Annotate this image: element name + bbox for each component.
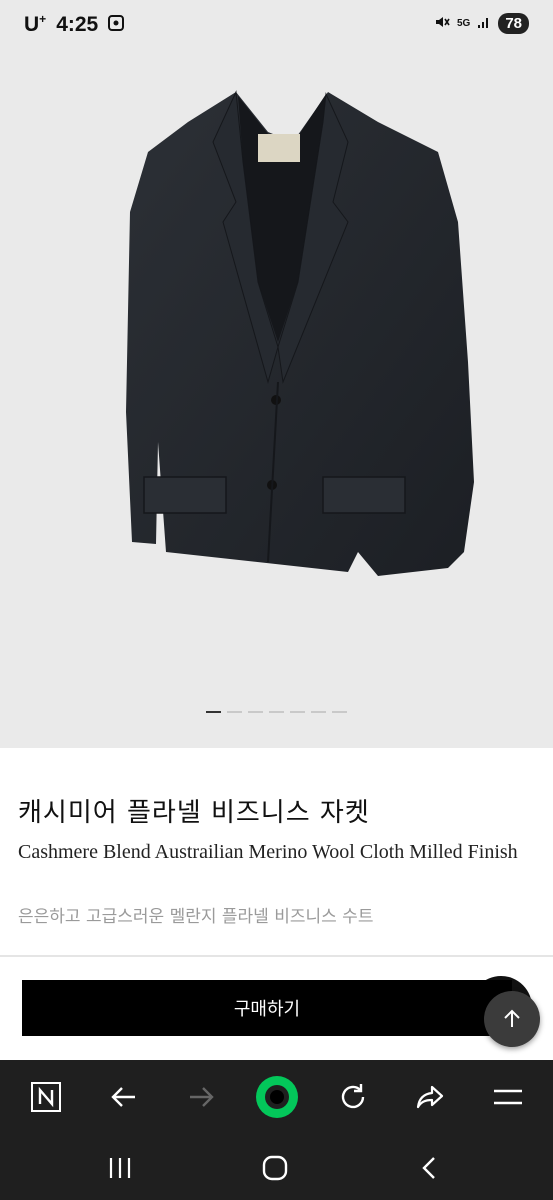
refresh-icon[interactable] xyxy=(331,1075,375,1119)
recent-apps-icon[interactable] xyxy=(100,1148,140,1188)
buy-area: 1/1 구매하기 xyxy=(0,957,553,1060)
battery-level: 78 xyxy=(498,13,529,34)
screenshot-icon xyxy=(108,13,125,37)
product-info: 캐시미어 플라넬 비즈니스 자켓 Cashmere Blend Austrail… xyxy=(0,748,553,957)
product-gallery[interactable] xyxy=(0,52,553,748)
buy-button[interactable]: 구매하기 xyxy=(22,980,512,1036)
menu-icon[interactable] xyxy=(486,1075,530,1119)
slide-dot[interactable] xyxy=(206,711,221,713)
browser-toolbar xyxy=(0,1060,553,1134)
slide-dot[interactable] xyxy=(311,711,326,713)
product-english-title: Cashmere Blend Austrailian Merino Wool C… xyxy=(18,841,518,863)
home-icon[interactable] xyxy=(255,1148,295,1188)
naver-home-icon[interactable] xyxy=(24,1075,68,1119)
signal-icon xyxy=(477,15,491,32)
status-left: U+ 4:25 xyxy=(24,12,125,37)
status-right: 5G 78 xyxy=(434,13,529,34)
slide-dot[interactable] xyxy=(269,711,284,713)
slide-dot[interactable] xyxy=(248,711,263,713)
back-icon[interactable] xyxy=(410,1148,450,1188)
clock: 4:25 xyxy=(56,12,99,36)
system-nav-bar xyxy=(0,1134,553,1200)
slide-indicator xyxy=(0,711,553,713)
status-bar: U+ 4:25 5G 78 xyxy=(0,0,553,52)
arrow-up-icon xyxy=(504,1009,520,1027)
product-title: 캐시미어 플라넬 비즈니스 자켓 xyxy=(18,798,370,828)
slide-dot[interactable] xyxy=(290,711,305,713)
carrier-label: U+ xyxy=(24,12,47,36)
product-subtitle: 은은하고 고급스러운 멜란지 플라넬 비즈니스 수트 xyxy=(18,907,374,927)
scroll-to-top-button[interactable] xyxy=(484,991,540,1047)
back-arrow-icon[interactable] xyxy=(102,1075,146,1119)
slide-dot[interactable] xyxy=(227,711,242,713)
share-icon[interactable] xyxy=(408,1075,452,1119)
forward-arrow-icon[interactable] xyxy=(179,1075,223,1119)
jacket-image xyxy=(126,90,474,576)
slide-dot[interactable] xyxy=(332,711,347,713)
green-dot-icon[interactable] xyxy=(255,1075,299,1119)
network-type: 5G xyxy=(456,17,471,29)
mute-icon xyxy=(434,14,450,33)
